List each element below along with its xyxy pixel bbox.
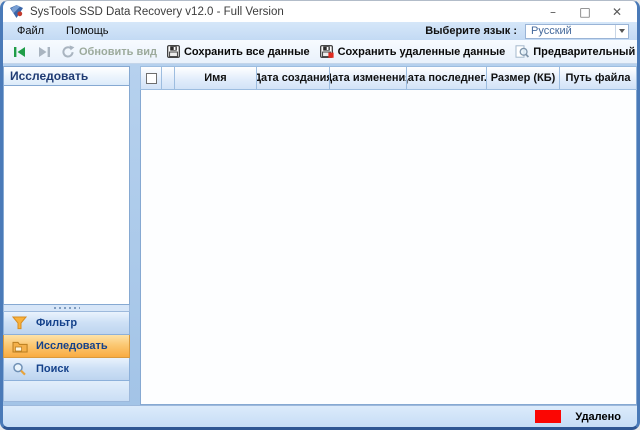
last-page-button[interactable] <box>33 44 55 60</box>
sidebar-item-explore-label: Исследовать <box>36 340 108 352</box>
folder-icon <box>11 340 28 353</box>
language-label: Выберите язык : <box>425 25 517 37</box>
save-deleted-button[interactable]: Сохранить удаленные данные <box>316 43 510 60</box>
sidebar-header: Исследовать <box>3 66 130 86</box>
select-all-checkbox[interactable] <box>140 66 162 90</box>
splitter-grip[interactable] <box>3 305 130 312</box>
column-header-path[interactable]: Путь файла <box>560 66 637 90</box>
minimize-button[interactable]: – <box>537 2 569 22</box>
refresh-view-button[interactable]: Обновить вид <box>57 43 161 60</box>
preview-icon <box>515 45 529 58</box>
app-window: SysTools SSD Data Recovery v12.0 - Full … <box>0 0 640 430</box>
sidebar-item-filter[interactable]: Фильтр <box>3 312 130 335</box>
window-controls: – □ ✕ <box>537 2 633 22</box>
file-table: Имя Дата создания Дата изменения Дата по… <box>140 64 637 405</box>
main-area: Исследовать Фильтр Исследова <box>3 64 637 405</box>
chevron-down-icon[interactable] <box>615 25 628 38</box>
refresh-icon <box>61 45 75 58</box>
folder-tree[interactable] <box>3 86 130 305</box>
save-deleted-icon <box>320 45 334 58</box>
window-title: SysTools SSD Data Recovery v12.0 - Full … <box>30 6 537 18</box>
menubar: Файл Помощь Выберите язык : Русский <box>3 22 637 40</box>
preview-label: Предварительный просмотр <box>533 46 640 58</box>
file-list[interactable] <box>140 90 637 405</box>
deleted-legend-swatch <box>535 410 561 423</box>
table-header: Имя Дата создания Дата изменения Дата по… <box>140 66 637 90</box>
toolbar: Обновить вид Сохранить все данные <box>3 40 637 64</box>
sidebar-item-search-label: Поиск <box>36 363 69 375</box>
language-select[interactable]: Русский <box>525 24 629 39</box>
column-header-accessed[interactable]: Дата последнег... <box>407 66 487 90</box>
column-header-name[interactable]: Имя <box>175 66 257 90</box>
menu-file[interactable]: Файл <box>17 25 44 37</box>
checkbox-icon <box>146 73 157 84</box>
maximize-button[interactable]: □ <box>569 2 601 22</box>
column-header-modified[interactable]: Дата изменения <box>330 66 407 90</box>
language-value: Русский <box>531 25 615 37</box>
column-header-size[interactable]: Размер (КБ) <box>487 66 560 90</box>
save-deleted-label: Сохранить удаленные данные <box>338 46 506 58</box>
panel-divider <box>130 64 140 405</box>
titlebar[interactable]: SysTools SSD Data Recovery v12.0 - Full … <box>3 1 637 22</box>
first-page-button[interactable] <box>9 44 31 60</box>
deleted-legend-label: Удалено <box>575 411 621 423</box>
preview-button[interactable]: Предварительный просмотр <box>511 43 640 60</box>
funnel-icon <box>11 316 28 330</box>
statusbar: Удалено <box>3 405 637 427</box>
sidebar-filler <box>3 381 130 402</box>
refresh-view-label: Обновить вид <box>79 46 157 58</box>
sidebar-item-search[interactable]: Поиск <box>3 358 130 381</box>
column-header-created[interactable]: Дата создания <box>257 66 330 90</box>
app-logo-icon <box>9 4 25 19</box>
save-all-button[interactable]: Сохранить все данные <box>163 43 314 60</box>
close-button[interactable]: ✕ <box>601 2 633 22</box>
sidebar-item-filter-label: Фильтр <box>36 317 77 329</box>
save-all-label: Сохранить все данные <box>184 46 310 58</box>
search-icon <box>11 362 28 376</box>
sidebar-item-explore[interactable]: Исследовать <box>3 335 130 358</box>
first-page-icon <box>13 46 27 58</box>
menu-help[interactable]: Помощь <box>66 25 109 37</box>
save-all-icon <box>167 45 180 58</box>
sidebar: Исследовать Фильтр Исследова <box>3 64 130 405</box>
column-header-icon <box>162 66 175 90</box>
last-page-icon <box>37 46 51 58</box>
language-selector: Выберите язык : Русский <box>425 24 629 39</box>
